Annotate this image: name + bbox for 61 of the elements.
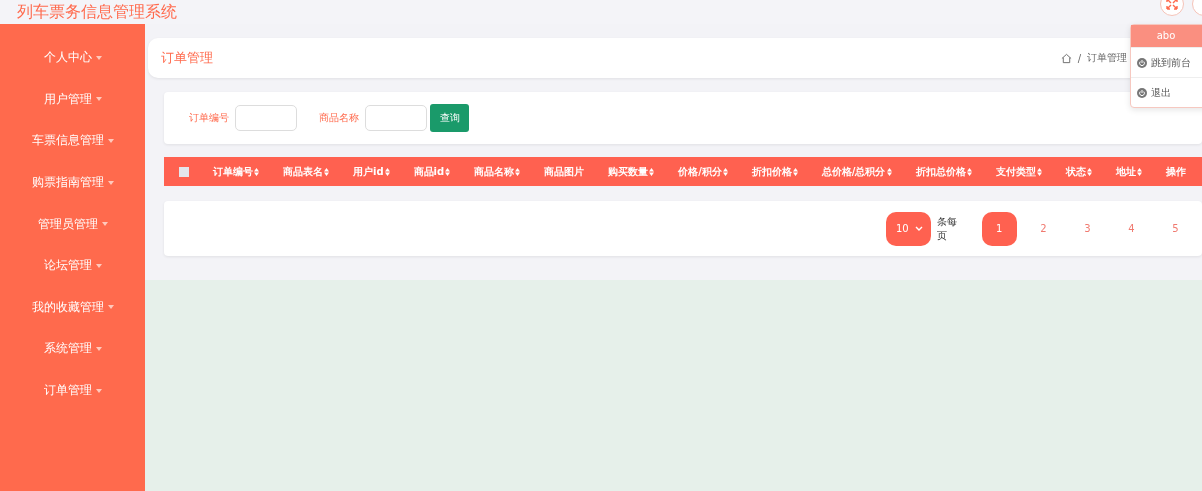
sidebar-item[interactable]: 个人中心: [0, 37, 145, 79]
menu-item[interactable]: 跳到前台: [1151, 55, 1191, 70]
page-size-label: 条每页: [936, 214, 958, 243]
app-title: 列车票务信息管理系统: [17, 2, 177, 22]
breadcrumb-separator: /: [1077, 52, 1081, 64]
column-header[interactable]: 操作: [1165, 164, 1186, 179]
sort-icon[interactable]: [384, 167, 390, 176]
column-header[interactable]: 商品表名: [283, 164, 323, 179]
sort-icon[interactable]: [792, 167, 798, 176]
sort-icon[interactable]: [254, 167, 259, 176]
sidebar-item[interactable]: 车票信息管理: [0, 120, 145, 162]
sidebar-item[interactable]: 我的收藏管理: [0, 286, 145, 329]
sort-icon[interactable]: [324, 167, 329, 176]
column-header[interactable]: 商品id: [413, 164, 445, 179]
column-header[interactable]: 地址: [1115, 164, 1136, 179]
power-icon: [1137, 57, 1147, 68]
sort-icon[interactable]: [722, 167, 728, 176]
select-all-checkbox[interactable]: [179, 166, 189, 177]
page-button[interactable]: 1: [981, 211, 1017, 246]
page-size-select[interactable]: 10: [886, 211, 931, 246]
field-label: 订单编号: [189, 111, 229, 125]
user-name: abo: [1131, 25, 1202, 47]
sort-icon[interactable]: [1086, 167, 1092, 176]
chevron-down-icon: [914, 226, 923, 231]
page-button[interactable]: 5: [1157, 211, 1194, 246]
column-header[interactable]: 折扣总价格: [915, 164, 966, 179]
sidebar-item[interactable]: 论坛管理: [0, 244, 145, 287]
power-icon: [1137, 87, 1147, 98]
sort-icon[interactable]: [649, 167, 655, 176]
column-header[interactable]: 购买数量: [608, 164, 649, 179]
column-header[interactable]: 商品名称: [474, 164, 515, 179]
sort-icon[interactable]: [966, 167, 972, 176]
column-header[interactable]: 状态: [1065, 164, 1086, 179]
sort-icon[interactable]: [515, 167, 521, 176]
breadcrumb-link[interactable]: 订单管理: [1087, 51, 1127, 65]
column-header[interactable]: 总价格/总积分: [821, 164, 886, 179]
search-field[interactable]: [235, 105, 297, 131]
page-title: 订单管理: [161, 49, 213, 67]
page-button[interactable]: 2: [1025, 211, 1061, 246]
column-header[interactable]: 折扣价格: [751, 164, 792, 179]
sidebar-item[interactable]: 订单管理: [0, 369, 145, 412]
sort-icon[interactable]: [886, 167, 892, 176]
column-header[interactable]: 订单编号: [213, 164, 253, 179]
sort-icon[interactable]: [1036, 167, 1042, 176]
search-button[interactable]: 查询: [430, 104, 469, 132]
sidebar-item[interactable]: 系统管理: [0, 328, 145, 370]
page-button[interactable]: 3: [1069, 211, 1105, 246]
column-header[interactable]: 价格/积分: [678, 164, 722, 179]
sort-icon[interactable]: [1136, 167, 1142, 176]
search-field[interactable]: [365, 105, 427, 131]
column-header[interactable]: 支付类型: [995, 164, 1036, 179]
sort-icon[interactable]: [445, 167, 451, 176]
home-icon[interactable]: [1060, 52, 1072, 64]
sidebar-item[interactable]: 购票指南管理: [0, 161, 145, 204]
menu-item[interactable]: 退出: [1151, 85, 1171, 100]
column-header[interactable]: 商品图片: [544, 164, 585, 179]
page-button[interactable]: 4: [1113, 211, 1149, 246]
sidebar-item[interactable]: 用户管理: [0, 78, 145, 121]
column-header[interactable]: 用户id: [353, 164, 384, 179]
field-label: 商品名称: [319, 111, 359, 125]
sidebar-item[interactable]: 管理员管理: [0, 203, 145, 245]
